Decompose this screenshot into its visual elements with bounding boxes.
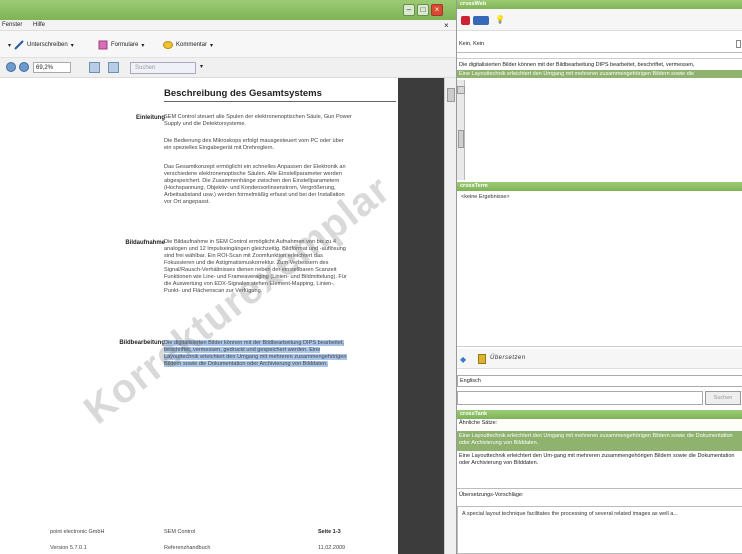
crossweb-stop-icon[interactable] — [461, 16, 470, 25]
zoom-level-field[interactable]: 69,2% — [33, 62, 71, 73]
sign-label: Unterschreiben — [27, 42, 68, 48]
forms-button[interactable]: Formulare ▾ — [98, 39, 144, 51]
close-window-button[interactable]: × — [431, 4, 443, 16]
pen-icon — [14, 40, 24, 50]
comment-button[interactable]: Kommentar ▾ — [163, 39, 213, 51]
footer-page-number: Seite 1-3 — [318, 529, 341, 535]
crossweb-transfer-icon[interactable] — [473, 16, 489, 25]
next-page-button[interactable] — [19, 62, 29, 72]
no-results-text: <keine Ergebnisse> — [461, 194, 510, 200]
footer-manual: Referenzhandbuch — [164, 545, 211, 551]
window-titlebar: – □ × — [0, 0, 456, 20]
scrollbar-thumb[interactable] — [447, 88, 455, 102]
crossweb-status: Kein, Kein — [459, 41, 485, 47]
close-document-icon[interactable]: × — [444, 21, 449, 30]
crossweb-segment-list: Die digitalisierten Bilder können mit de… — [457, 58, 742, 180]
search-button[interactable]: Suchen — [705, 391, 741, 405]
footer-company: point electronic GmbH — [50, 529, 105, 535]
paragraph-einleitung-1: SEM Control steuert alle Spulen der elek… — [164, 114, 352, 127]
crossterm-toolbar: ◆ Übersetzen — [457, 349, 742, 369]
crossweb-toolbar: 💡 — [457, 9, 742, 31]
menu-hilfe[interactable]: Hilfe — [33, 22, 45, 28]
similar-sentences-label: Ähnliche Sätze: — [457, 419, 742, 428]
pdf-viewer-window: – □ × Fenster Hilfe × ▾ Unterschreiben ▾… — [0, 0, 456, 554]
fit-page-button[interactable] — [89, 62, 100, 73]
translation-suggestions-list: A special layout technique facilitates t… — [457, 506, 742, 554]
chevron-down-icon: ▾ — [141, 42, 145, 49]
page-title: Beschreibung des Gesamtsystems — [164, 88, 396, 102]
navigation-toolbar: 69,2% Suchen ▾ — [0, 58, 456, 78]
crossterm-results: <keine Ergebnisse> — [457, 191, 742, 347]
similar-sentence-highlighted[interactable]: Eine Layouttechnik erleichtert den Umgan… — [457, 431, 742, 451]
crossweb-scrollbar[interactable] — [457, 80, 465, 180]
watermark: Korrekturexemplar — [76, 167, 399, 433]
forms-label: Formulare — [111, 42, 139, 48]
crossweb-segment-1[interactable]: Die digitalisierten Bilder können mit de… — [459, 62, 694, 68]
paragraph-einleitung-2: Die Bedienung des Mikroskops erfolgt mau… — [164, 138, 344, 151]
translate-label[interactable]: Übersetzen — [490, 355, 526, 361]
page-gutter — [398, 78, 444, 554]
crosstank-panel-title: crossTank — [457, 410, 742, 419]
crossweb-segment-2-highlighted[interactable]: Eine Layouttechnik erleichtert den Umgan… — [457, 70, 742, 78]
search-options-icon[interactable]: ▾ — [200, 63, 203, 70]
search-input[interactable]: Suchen — [130, 62, 196, 74]
menu-bar: Fenster Hilfe × — [0, 20, 456, 31]
fit-width-button[interactable] — [108, 62, 119, 73]
crossterm-panel-title: crossTerm — [457, 182, 742, 191]
footer-date: 11.02.2009 — [318, 545, 346, 551]
chevron-down-icon: ▾ — [70, 42, 74, 49]
main-toolbar: ▾ Unterschreiben ▾ Formulare ▾ Kommentar… — [0, 31, 456, 58]
section-label-bildaufnahme: Bildaufnahme — [125, 240, 165, 246]
chevron-down-icon: ▾ — [210, 42, 214, 49]
scrollbar-thumb[interactable] — [458, 130, 464, 148]
minimize-button[interactable]: – — [403, 4, 415, 16]
similar-sentence[interactable]: Eine Layouttechnik erleichtert den Um-ga… — [457, 451, 742, 473]
folder-icon[interactable] — [478, 354, 486, 364]
divider — [457, 488, 742, 489]
form-icon — [98, 40, 108, 50]
document-scrollbar[interactable] — [444, 78, 456, 554]
diamond-icon[interactable]: ◆ — [460, 355, 466, 364]
translation-pane: crossWeb 💡 Kein, Kein Die digitalisierte… — [456, 0, 742, 554]
footer-product: SEM Control — [164, 529, 196, 535]
maximize-button[interactable]: □ — [417, 4, 429, 16]
previous-page-button[interactable] — [6, 62, 16, 72]
sign-button[interactable]: ▾ Unterschreiben ▾ — [8, 39, 74, 51]
crossweb-panel-title: crossWeb — [457, 0, 742, 9]
translation-suggestions-label: Übersetzungs-Vorschläge: — [459, 492, 524, 498]
menu-fenster[interactable]: Fenster — [2, 22, 22, 28]
language-select[interactable]: Englisch — [457, 375, 742, 387]
scroll-up-button[interactable] — [457, 86, 465, 94]
section-label-einleitung: Einleitung — [136, 115, 165, 121]
paragraph-einleitung-3: Das Gesamtkonzept ermöglicht ein schnell… — [164, 164, 346, 205]
translation-suggestion[interactable]: A special layout technique facilitates t… — [462, 511, 678, 517]
lightbulb-icon[interactable]: 💡 — [495, 15, 505, 24]
term-search-input[interactable] — [457, 391, 703, 405]
document-page: Beschreibung des Gesamtsystems Einleitun… — [46, 78, 399, 554]
footer-version: Version 5.7.0.1 — [50, 545, 87, 551]
comment-icon — [163, 41, 173, 49]
comment-label: Kommentar — [176, 42, 208, 48]
divider — [457, 52, 742, 53]
crossweb-status-field[interactable] — [736, 40, 741, 48]
dropdown-arrow-icon: ▾ — [8, 42, 12, 49]
